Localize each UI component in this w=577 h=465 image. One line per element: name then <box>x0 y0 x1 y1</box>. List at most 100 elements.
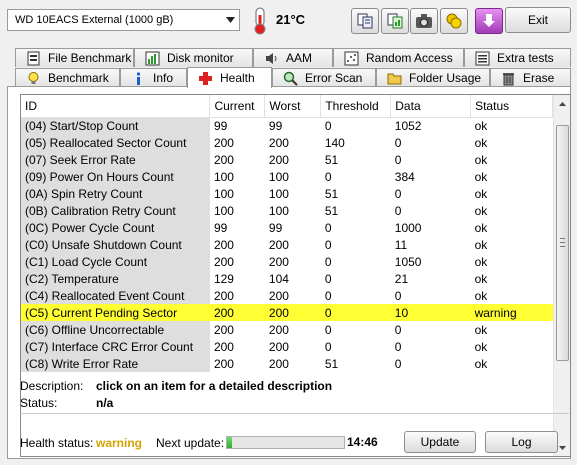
tab-health[interactable]: Health <box>187 67 272 88</box>
table-cell: 51 <box>324 203 339 218</box>
next-update-label: Next update: <box>156 436 225 450</box>
table-cell: 51 <box>324 152 339 167</box>
tab-benchmark[interactable]: Benchmark <box>15 68 120 87</box>
table-cell: (0B) Calibration Retry Count <box>21 202 210 219</box>
tab-label: Random Access <box>366 51 453 65</box>
column-header-worst[interactable]: Worst <box>264 95 322 118</box>
table-row[interactable]: (C6) Offline Uncorrectable 200 200 0 0 ok <box>21 321 553 338</box>
grip-icon <box>560 238 565 247</box>
vertical-scrollbar[interactable] <box>553 95 570 456</box>
table-row[interactable]: (0A) Spin Retry Count 100 100 51 0 ok <box>21 185 553 202</box>
tab-error-scan[interactable]: Error Scan <box>272 68 376 87</box>
scroll-up-arrow-icon[interactable] <box>554 95 570 112</box>
table-cell: ok <box>474 186 488 201</box>
table-cell: 0 <box>394 203 402 218</box>
file-benchmark-icon <box>27 51 40 65</box>
table-cell: 200 <box>268 135 289 150</box>
column-header-id[interactable]: ID <box>21 95 211 118</box>
column-header-threshold[interactable]: Threshold <box>320 95 392 118</box>
tab-aam[interactable]: AAM <box>253 48 333 67</box>
log-button[interactable]: Log <box>485 431 558 453</box>
tab-label: AAM <box>286 51 313 65</box>
status-value: n/a <box>96 396 114 410</box>
table-row[interactable]: (07) Seek Error Rate 200 200 51 0 ok <box>21 151 553 168</box>
table-cell: 100 <box>213 203 234 218</box>
table-cell: 0 <box>324 118 332 133</box>
scroll-thumb[interactable] <box>556 125 569 361</box>
table-cell: (04) Start/Stop Count <box>21 117 210 134</box>
table-body: (04) Start/Stop Count 99 99 0 1052 ok (05) Rea… <box>21 117 553 372</box>
table-cell: ok <box>474 220 488 235</box>
table-cell: 99 <box>268 220 283 235</box>
tab-info[interactable]: Info <box>120 68 187 87</box>
table-row[interactable]: (09) Power On Hours Count 100 100 0 384 ok <box>21 168 553 185</box>
table-row[interactable]: (C5) Current Pending Sector 200 200 0 10 warn… <box>21 304 553 321</box>
table-row[interactable]: (05) Reallocated Sector Count 200 200 140 0 o… <box>21 134 553 151</box>
screenshot-button[interactable] <box>410 8 438 34</box>
table-cell: 100 <box>213 169 234 184</box>
table-cell: 200 <box>213 135 234 150</box>
tab-label: Benchmark <box>48 71 109 85</box>
table-cell: (05) Reallocated Sector Count <box>21 134 210 151</box>
drive-select[interactable]: WD 10EACS External (1000 gB) <box>7 9 240 31</box>
table-cell: 1000 <box>394 220 422 235</box>
table-cell: 99 <box>268 118 283 133</box>
health-cross-icon <box>199 71 212 85</box>
table-row[interactable]: (C4) Reallocated Event Count 200 200 0 0 ok <box>21 287 553 304</box>
table-row[interactable]: (04) Start/Stop Count 99 99 0 1052 ok <box>21 117 553 134</box>
exit-button[interactable]: Exit <box>505 7 571 33</box>
table-row[interactable]: (C2) Temperature 129 104 0 21 ok <box>21 270 553 287</box>
tab-random-access[interactable]: Random Access <box>333 48 464 67</box>
table-cell: 200 <box>268 322 289 337</box>
download-button[interactable] <box>475 8 503 34</box>
table-cell: 200 <box>213 237 234 252</box>
copy-text-button[interactable] <box>351 8 379 34</box>
folder-icon <box>387 73 402 84</box>
column-header-status[interactable]: Status <box>470 95 553 118</box>
table-cell: (0C) Power Cycle Count <box>21 219 210 236</box>
table-cell: (C6) Offline Uncorrectable <box>21 321 210 338</box>
health-panel: ID Current Worst Threshold Data Status (… <box>7 86 571 459</box>
tab-disk-monitor[interactable]: Disk monitor <box>134 48 253 67</box>
download-icon <box>483 14 495 27</box>
chevron-down-icon[interactable] <box>222 10 239 30</box>
trash-icon <box>503 72 514 85</box>
table-cell: ok <box>474 339 488 354</box>
copy-graph-button[interactable] <box>381 8 409 34</box>
table-cell: ok <box>474 169 488 184</box>
table-cell: 0 <box>394 356 402 371</box>
table-cell: ok <box>474 135 488 150</box>
table-cell: ok <box>474 152 488 167</box>
tab-label: Extra tests <box>497 51 554 65</box>
list-icon <box>475 51 490 65</box>
table-row[interactable]: (0C) Power Cycle Count 99 99 0 1000 ok <box>21 219 553 236</box>
table-row[interactable]: (C8) Write Error Rate 200 200 51 0 ok <box>21 355 553 372</box>
tab-extra-tests[interactable]: Extra tests <box>464 48 571 67</box>
table-cell: ok <box>474 254 488 269</box>
tab-erase[interactable]: Erase <box>490 68 571 87</box>
tab-folder-usage[interactable]: Folder Usage <box>376 68 490 87</box>
table-row[interactable]: (C1) Load Cycle Count 200 200 0 1050 ok <box>21 253 553 270</box>
table-row[interactable]: (C7) Interface CRC Error Count 200 200 0 0 ok <box>21 338 553 355</box>
column-header-data[interactable]: Data <box>390 95 472 118</box>
table-row[interactable]: (C0) Unsafe Shutdown Count 200 200 0 11 ok <box>21 236 553 253</box>
donate-button[interactable] <box>440 8 468 34</box>
table-cell: 0 <box>324 220 332 235</box>
tab-file-benchmark[interactable]: File Benchmark <box>15 48 134 67</box>
drive-select-value: WD 10EACS External (1000 gB) <box>15 14 174 26</box>
table-row[interactable]: (0B) Calibration Retry Count 100 100 51 0 ok <box>21 202 553 219</box>
copy-icon <box>357 13 373 29</box>
tab-label: Info <box>153 71 174 85</box>
table-cell: 1050 <box>394 254 422 269</box>
update-button[interactable]: Update <box>404 431 476 453</box>
speaker-icon <box>266 52 277 64</box>
table-cell: (C4) Reallocated Event Count <box>21 287 210 304</box>
description-label: Description: <box>20 379 84 393</box>
smart-attributes-table: ID Current Worst Threshold Data Status (… <box>21 95 553 372</box>
separator <box>20 413 569 414</box>
copy-green-icon <box>387 13 403 29</box>
column-header-current[interactable]: Current <box>209 95 266 118</box>
table-cell: 0 <box>324 339 332 354</box>
table-cell: 0 <box>324 254 332 269</box>
table-cell: 200 <box>268 339 289 354</box>
